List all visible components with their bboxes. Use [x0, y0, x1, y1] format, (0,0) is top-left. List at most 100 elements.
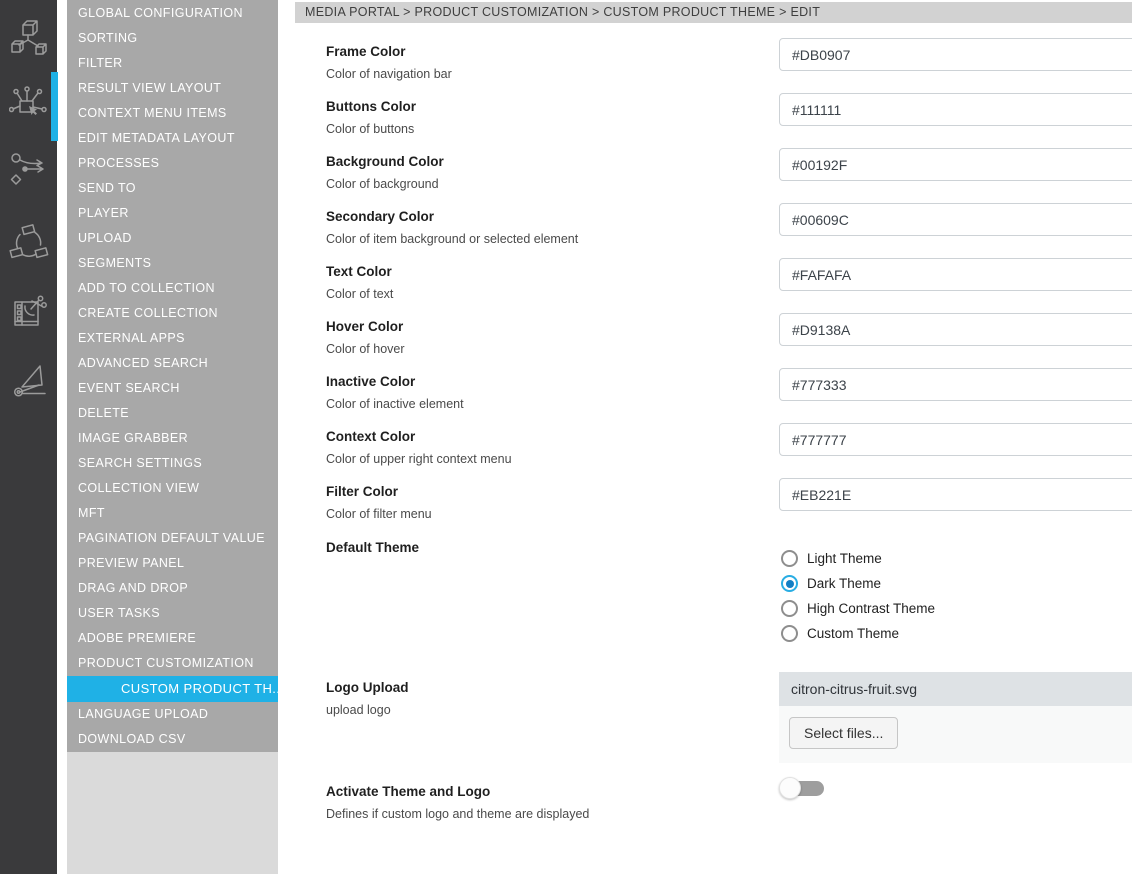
radio-label: Custom Theme: [807, 626, 899, 641]
theme-radio-option[interactable]: Custom Theme: [781, 621, 935, 646]
sidebar-item-label: SEGMENTS: [78, 256, 151, 270]
sidebar-item[interactable]: FILTER: [67, 51, 278, 76]
color-value-input[interactable]: [779, 423, 1132, 456]
sidebar-menu: GLOBAL CONFIGURATIONSORTING FILTER RESULT …: [67, 0, 278, 752]
sidebar-item[interactable]: SEGMENTS: [67, 251, 278, 276]
sidebar-item[interactable]: SEARCH SETTINGS: [67, 451, 278, 476]
partial-top-icon[interactable]: [9, 0, 49, 7]
sidebar-item[interactable]: ADD TO COLLECTION: [67, 276, 278, 301]
field-description: Color of inactive element: [326, 397, 464, 411]
sidebar-item-label: IMAGE GRABBER: [78, 431, 188, 445]
color-value-input[interactable]: [779, 148, 1132, 181]
color-field-row: Secondary Color Color of item background…: [278, 203, 1132, 258]
radio-button[interactable]: [781, 550, 798, 567]
sidebar-item[interactable]: PLAYER: [67, 201, 278, 226]
color-field-row: Hover Color Color of hover: [278, 313, 1132, 368]
sidebar-item[interactable]: COLLECTION VIEW: [67, 476, 278, 501]
radio-button[interactable]: [781, 625, 798, 642]
sidebar-item-label: EVENT SEARCH: [78, 381, 180, 395]
sidebar-item-label: LANGUAGE UPLOAD: [78, 707, 208, 721]
theme-options: Light Theme Dark Theme High Contrast The…: [781, 546, 935, 646]
sidebar-item[interactable]: EVENT SEARCH: [67, 376, 278, 401]
sidebar-item[interactable]: UPLOAD: [67, 226, 278, 251]
sidebar-item[interactable]: PREVIEW PANEL: [67, 551, 278, 576]
sidebar-item[interactable]: DOWNLOAD CSV: [67, 727, 278, 752]
sidebar-item-label: PAGINATION DEFAULT VALUE: [78, 531, 265, 545]
sidebar-item[interactable]: CREATE COLLECTION: [67, 301, 278, 326]
field-description: Color of background: [326, 177, 439, 191]
sidebar-item[interactable]: LANGUAGE UPLOAD: [67, 702, 278, 727]
sidebar-item-label: RESULT VIEW LAYOUT: [78, 81, 221, 95]
active-section-accent-bar: [51, 72, 58, 141]
sidebar-item-label: PREVIEW PANEL: [78, 556, 184, 570]
field-description: Color of text: [326, 287, 393, 301]
sidebar-item-label: CREATE COLLECTION: [78, 306, 218, 320]
theme-radio-option[interactable]: Dark Theme: [781, 571, 935, 596]
settings-sidebar: GLOBAL CONFIGURATIONSORTING FILTER RESULT …: [67, 0, 278, 874]
field-label: Text Color: [326, 264, 392, 279]
sidebar-item[interactable]: USER TASKS: [67, 601, 278, 626]
sidebar-item[interactable]: ADVANCED SEARCH: [67, 351, 278, 376]
select-files-button[interactable]: Select files...: [789, 717, 898, 749]
color-value-input[interactable]: [779, 38, 1132, 71]
default-theme-label: Default Theme: [326, 540, 419, 555]
sidebar-item-label: SEND TO: [78, 181, 136, 195]
color-field-row: Frame Color Color of navigation bar: [278, 38, 1132, 93]
field-description: Color of item background or selected ele…: [326, 232, 578, 246]
sidebar-item-label: ADVANCED SEARCH: [78, 356, 208, 370]
radio-button[interactable]: [781, 600, 798, 617]
sidebar-item[interactable]: ADOBE PREMIERE: [67, 626, 278, 651]
color-value-input[interactable]: [779, 478, 1132, 511]
sidebar-item[interactable]: SORTING: [67, 26, 278, 51]
sidebar-item-label: FILTER: [78, 56, 123, 70]
sidebar-item-label: PRODUCT CUSTOMIZATION: [78, 656, 254, 670]
sidebar-item[interactable]: CONTEXT MENU ITEMS: [67, 101, 278, 126]
activate-theme-label: Activate Theme and Logo: [326, 784, 490, 799]
field-label: Background Color: [326, 154, 444, 169]
cubes-icon[interactable]: [9, 16, 49, 60]
theme-radio-option[interactable]: High Contrast Theme: [781, 596, 935, 621]
sidebar-item-label: DOWNLOAD CSV: [78, 732, 186, 746]
image-grabber-icon[interactable]: [9, 293, 49, 333]
color-value-input[interactable]: [779, 258, 1132, 291]
segments-cycle-icon[interactable]: [9, 224, 49, 262]
config-node-icon[interactable]: [9, 84, 49, 124]
sidebar-item[interactable]: MFT: [67, 501, 278, 526]
color-value-input[interactable]: [779, 93, 1132, 126]
sidebar-item[interactable]: IMAGE GRABBER: [67, 426, 278, 451]
color-value-input[interactable]: [779, 313, 1132, 346]
logo-upload-description: upload logo: [326, 703, 391, 717]
sidebar-item-label: PROCESSES: [78, 156, 159, 170]
field-description: Color of hover: [326, 342, 405, 356]
color-field-row: Background Color Color of background: [278, 148, 1132, 203]
uploaded-file-name[interactable]: citron-citrus-fruit.svg: [779, 672, 1132, 706]
color-value-input[interactable]: [779, 203, 1132, 236]
sidebar-item-label: DELETE: [78, 406, 129, 420]
sidebar-item[interactable]: PROCESSES: [67, 151, 278, 176]
field-label: Secondary Color: [326, 209, 434, 224]
player-trim-icon[interactable]: [9, 360, 49, 400]
color-value-input[interactable]: [779, 368, 1132, 401]
color-field-row: Inactive Color Color of inactive element: [278, 368, 1132, 423]
field-label: Buttons Color: [326, 99, 416, 114]
radio-button[interactable]: [781, 575, 798, 592]
sidebar-item[interactable]: GLOBAL CONFIGURATION: [67, 1, 278, 26]
color-field-row: Filter Color Color of filter menu: [278, 478, 1132, 533]
sidebar-item[interactable]: DELETE: [67, 401, 278, 426]
sidebar-item[interactable]: SEND TO: [67, 176, 278, 201]
sidebar-item-label: COLLECTION VIEW: [78, 481, 199, 495]
sidebar-item[interactable]: EDIT METADATA LAYOUT: [67, 126, 278, 151]
processes-icon[interactable]: [9, 152, 49, 188]
sidebar-item[interactable]: PAGINATION DEFAULT VALUE: [67, 526, 278, 551]
theme-radio-option[interactable]: Light Theme: [781, 546, 935, 571]
field-description: Color of buttons: [326, 122, 414, 136]
logo-upload-label: Logo Upload: [326, 680, 408, 695]
sidebar-item-label: PLAYER: [78, 206, 129, 220]
activate-theme-toggle[interactable]: [779, 777, 826, 799]
sidebar-item[interactable]: RESULT VIEW LAYOUT: [67, 76, 278, 101]
sidebar-item[interactable]: CUSTOM PRODUCT TH...: [67, 676, 278, 702]
sidebar-item[interactable]: DRAG AND DROP: [67, 576, 278, 601]
sidebar-item[interactable]: EXTERNAL APPS: [67, 326, 278, 351]
sidebar-item[interactable]: PRODUCT CUSTOMIZATION: [67, 651, 278, 676]
sidebar-item-label: EXTERNAL APPS: [78, 331, 185, 345]
